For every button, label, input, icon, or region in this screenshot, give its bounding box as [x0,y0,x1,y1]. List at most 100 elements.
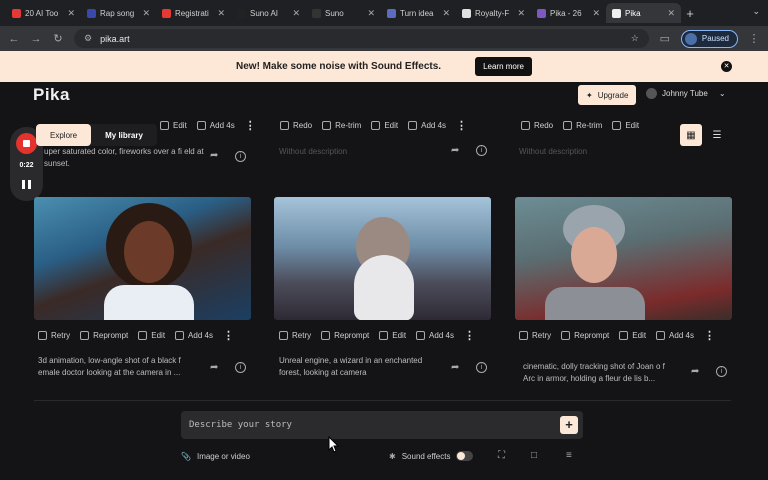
attach-media-button[interactable]: 📎 Image or video [181,449,250,463]
pause-icon[interactable] [22,180,31,189]
card-description: Without description [279,147,348,156]
retry-button[interactable]: Retry [38,330,70,340]
forward-icon[interactable]: → [30,33,42,45]
retrim-button[interactable]: Re-trim [563,120,602,130]
tab-close-icon[interactable]: ✕ [517,8,525,19]
edit-button[interactable]: Edit [612,120,639,130]
share-icon[interactable]: ➦ [451,362,459,373]
more-options-icon[interactable]: ⋮ [223,329,234,342]
tab-close-icon[interactable]: ✕ [292,8,300,19]
tab-favicon-icon [612,8,621,18]
tab-close-icon[interactable]: ✕ [592,8,600,19]
tab-close-icon[interactable]: ✕ [67,8,75,19]
expand-icon[interactable]: ⛶ [498,450,505,461]
tab-my-library[interactable]: My library [91,124,157,146]
reprompt-button[interactable]: Reprompt [321,330,370,340]
edit-button[interactable]: Edit [379,330,406,340]
browser-tab[interactable]: Registrati ✕ [156,3,231,23]
tab-search-icon[interactable]: ⌄ [752,6,760,17]
info-icon[interactable]: i [235,362,246,373]
reload-icon[interactable]: ↻ [52,32,64,45]
retry-button[interactable]: Retry [279,330,311,340]
browser-menu-icon[interactable]: ⋮ [748,32,760,45]
address-bar: ← → ↻ ⚙ pika.art ☆ ▭ Paused ⋮ [0,26,768,51]
bookmark-star-icon[interactable]: ☆ [631,33,639,44]
info-icon[interactable]: i [235,151,246,162]
more-options-icon[interactable]: ⋮ [464,329,475,342]
submit-plus-button[interactable]: + [560,416,578,434]
edit-button[interactable]: Edit [371,120,398,130]
user-menu[interactable]: Johnny Tube ⌄ [646,88,726,99]
attach-label: Image or video [196,451,250,461]
back-icon[interactable]: ← [8,33,20,45]
card-description: cinematic, dolly tracking shot of Joan o… [523,362,665,383]
upgrade-button[interactable]: ✦ Upgrade [578,85,637,105]
tab-close-icon[interactable]: ✕ [667,8,675,19]
profile-button[interactable]: Paused [680,29,738,48]
browser-tab[interactable]: Suno ✕ [306,3,381,23]
more-options-icon[interactable]: ⋮ [245,119,256,132]
side-panel-icon[interactable]: ▭ [659,32,671,45]
list-view-icon[interactable]: ☰ [706,124,728,146]
browser-tab[interactable]: Pika - 26 ✕ [531,3,606,23]
clock-icon [196,120,206,130]
site-settings-icon[interactable]: ⚙ [84,33,92,44]
redo-button[interactable]: Redo [280,120,312,130]
add-4s-button[interactable]: Add 4s [408,120,446,130]
learn-more-button[interactable]: Learn more [475,57,532,76]
browser-tab[interactable]: Royalty-F ✕ [456,3,531,23]
browser-tab[interactable]: Pika ✕ [606,3,681,23]
sound-effects-switch[interactable] [456,451,474,461]
video-thumbnail[interactable] [34,197,251,320]
add-4s-button[interactable]: Add 4s [416,330,454,340]
tab-close-icon[interactable]: ✕ [142,8,150,19]
retrim-button[interactable]: Re-trim [322,120,361,130]
reprompt-button[interactable]: Reprompt [80,330,128,340]
share-icon[interactable]: ➦ [451,145,459,156]
sound-effects-toggle[interactable]: ✱ Sound effects [389,449,474,463]
tab-close-icon[interactable]: ✕ [217,8,225,19]
more-options-icon[interactable]: ⋮ [456,119,467,132]
video-thumbnail[interactable] [515,197,732,320]
banner-close-icon[interactable]: ✕ [721,61,732,72]
info-icon[interactable]: i [716,366,727,377]
tab-title: Suno [325,8,344,18]
video-thumbnail[interactable] [274,197,491,320]
retry-button[interactable]: Retry [519,330,551,340]
add-4s-button[interactable]: Add 4s [175,330,213,340]
more-options-icon[interactable]: ⋮ [704,329,715,342]
tab-close-icon[interactable]: ✕ [367,8,375,19]
settings-sliders-icon[interactable]: ≡ [566,450,572,461]
reprompt-label: Reprompt [334,330,370,340]
tab-favicon-icon [387,8,396,18]
info-icon[interactable]: i [476,145,487,156]
story-prompt-input[interactable] [189,416,539,434]
prompt-composer: + [181,411,583,439]
stop-recording-button[interactable] [16,133,37,154]
tab-explore[interactable]: Explore [36,124,92,146]
grid-view-icon[interactable]: ▦ [680,124,702,146]
video-camera-icon[interactable]: □ [531,450,537,461]
edit-label: Edit [173,120,187,130]
browser-tab[interactable]: Turn idea ✕ [381,3,456,23]
redo-button[interactable]: Redo [521,120,553,130]
new-tab-icon[interactable]: + [681,6,699,21]
edit-button[interactable]: Edit [138,330,165,340]
add-4s-button[interactable]: Add 4s [196,120,235,130]
share-icon[interactable]: ➦ [210,362,218,373]
share-icon[interactable]: ➦ [210,150,218,161]
tab-close-icon[interactable]: ✕ [442,8,450,19]
browser-tab[interactable]: Suno AI ✕ [231,3,306,23]
card-description: Without description [519,147,588,156]
edit-button[interactable]: Edit [619,330,646,340]
edit-button[interactable]: Edit [160,120,187,130]
pika-logo[interactable]: Pika [33,85,70,105]
add-4s-button[interactable]: Add 4s [656,330,694,340]
url-field[interactable]: ⚙ pika.art ☆ [74,29,649,48]
edit-icon [619,330,629,340]
browser-tab[interactable]: Rap song ✕ [81,3,156,23]
browser-tab[interactable]: 20 AI Too ✕ [6,3,81,23]
share-icon[interactable]: ➦ [691,366,699,377]
info-icon[interactable]: i [476,362,487,373]
reprompt-button[interactable]: Reprompt [561,330,609,340]
